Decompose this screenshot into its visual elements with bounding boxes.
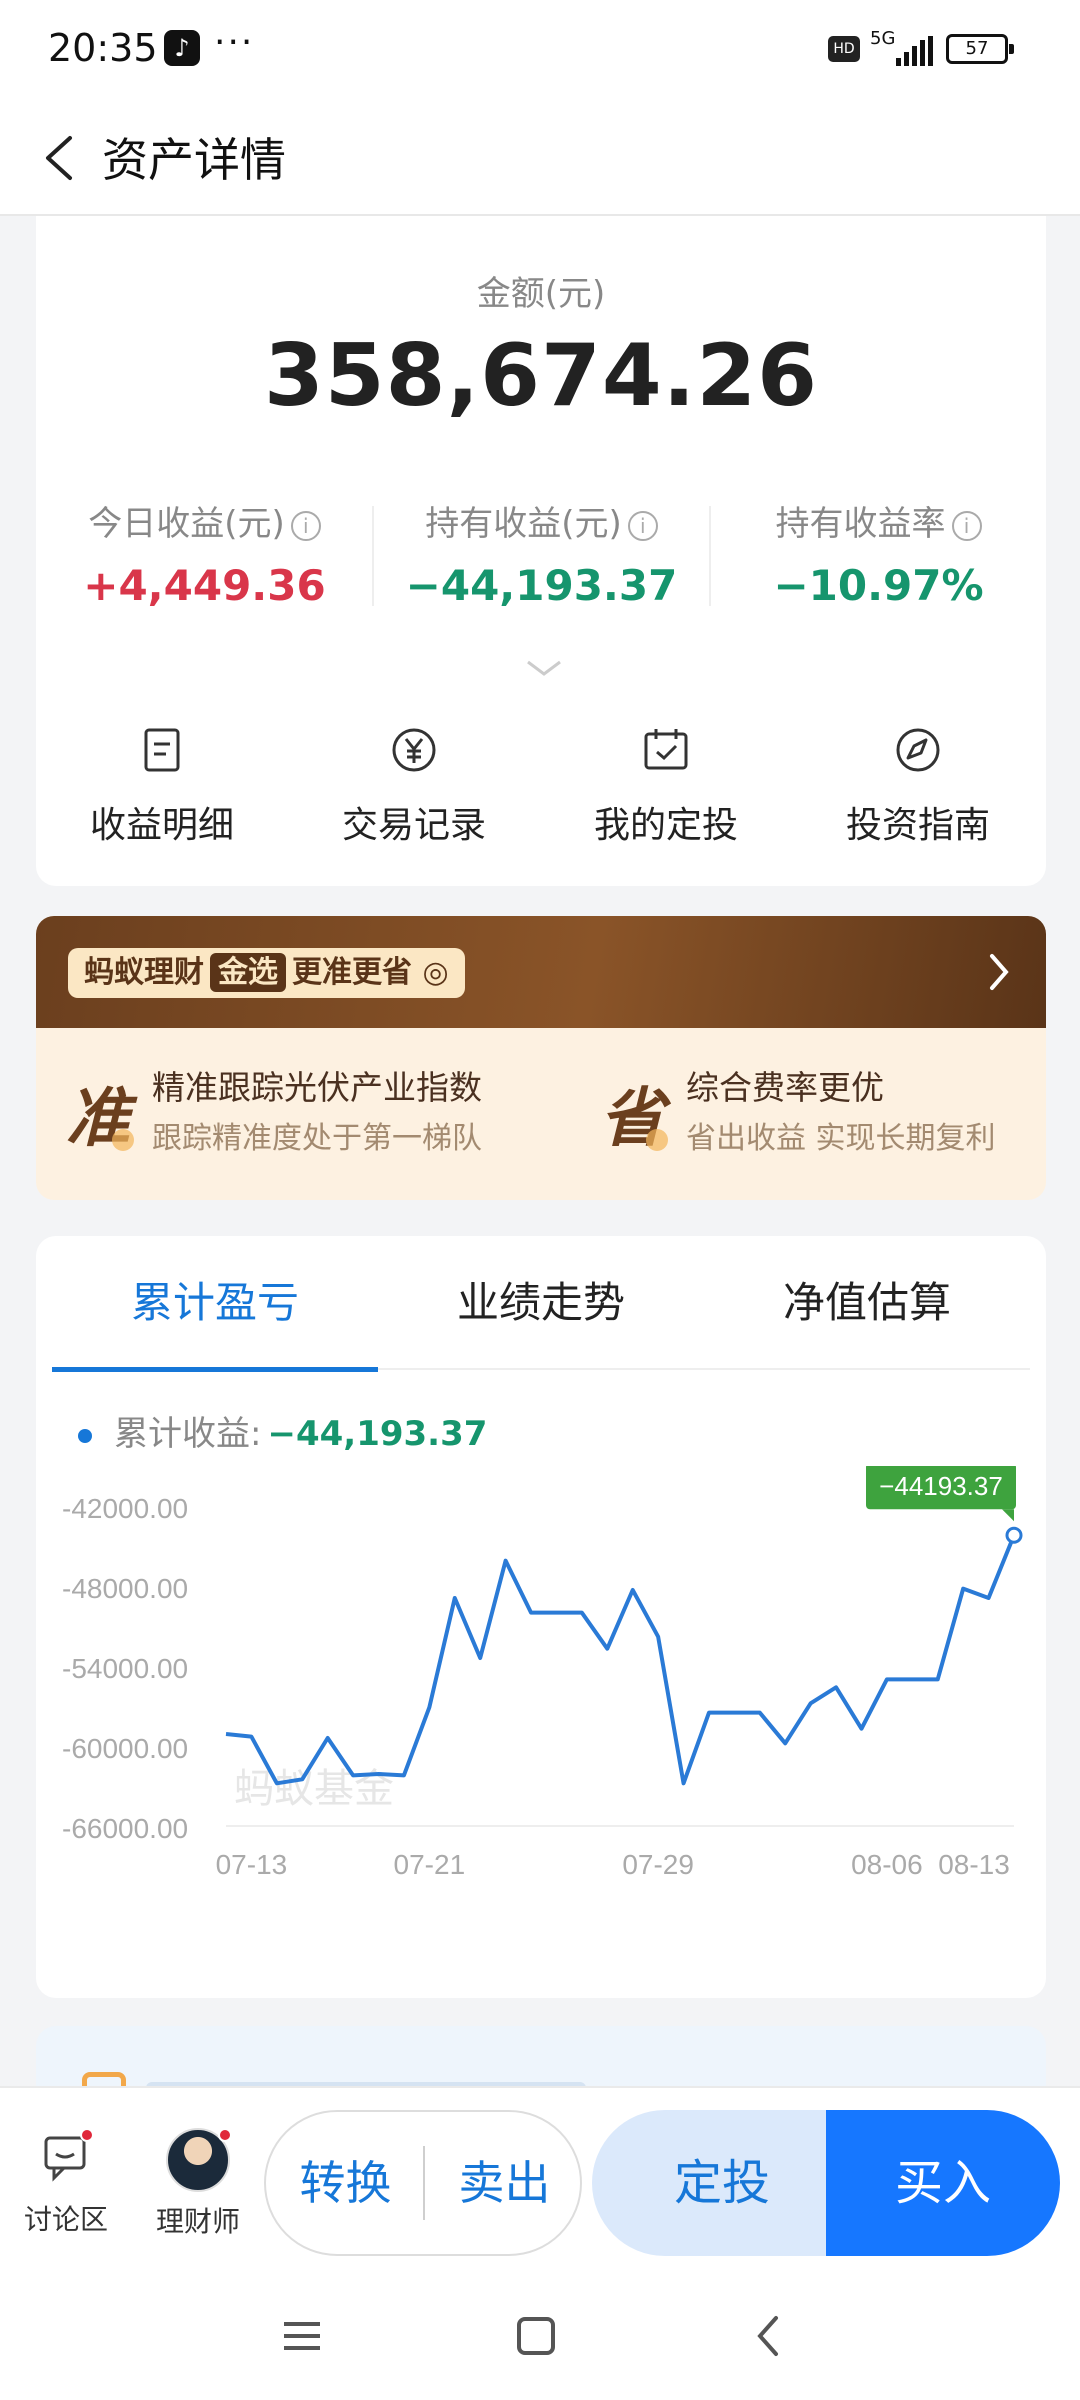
banner-brand: 蚂蚁理财 (84, 955, 204, 990)
y-tick-label: -60000.00 (62, 1733, 188, 1764)
performance-card: 累计盈亏 业绩走势 净值估算 累计收益: −44,193.37 -42000.00… (36, 1236, 1046, 1998)
action-invest-guide[interactable]: 投资指南 (792, 726, 1044, 848)
y-tick-label: -66000.00 (62, 1813, 188, 1844)
banner-slogan: 更准更省 (292, 955, 412, 990)
feature-glyph: 准 (66, 1067, 134, 1159)
feature-title: 综合费率更优 (686, 1068, 884, 1107)
discussion-button[interactable]: 讨论区 (24, 2128, 108, 2238)
notification-dot (218, 2128, 232, 2142)
legend-value: −44,193.37 (267, 1414, 488, 1454)
last-point-marker (1005, 1526, 1023, 1544)
x-tick-label: 08-13 (938, 1849, 1010, 1880)
convert-sell-group: 转换 卖出 (264, 2110, 582, 2256)
y-tick-label: -48000.00 (62, 1573, 188, 1604)
action-label: 我的定投 (593, 805, 738, 846)
tab-nav-estimate[interactable]: 净值估算 (704, 1236, 1030, 1370)
sell-button[interactable]: 卖出 (425, 2112, 584, 2254)
amount-label: 金额(元) (476, 274, 606, 314)
tiktok-icon: ♪ (164, 30, 200, 66)
action-label: 交易记录 (341, 805, 486, 846)
x-tick-label: 07-29 (622, 1849, 694, 1880)
bottom-action-bar: 讨论区 理财师 转换 卖出 定投 买入 (0, 2086, 1080, 2276)
quick-actions: 收益明细 交易记录 我的定投 投资指南 (36, 726, 1046, 856)
action-trade-records[interactable]: 交易记录 (288, 726, 540, 848)
cumulative-pnl-chart[interactable]: -42000.00 -48000.00 -54000.00 -60000.00 -660… (36, 1466, 1046, 1996)
tooltip-pointer (1002, 1509, 1014, 1522)
legend-label: 累计收益: (114, 1414, 262, 1454)
series-line (225, 1534, 1016, 1786)
x-tick-label: 07-21 (394, 1849, 466, 1880)
stat-holding-rate[interactable]: 持有收益率 i −10.97% (710, 496, 1047, 610)
back-nav-icon[interactable] (740, 2306, 800, 2366)
compass-icon (896, 728, 940, 772)
info-icon[interactable]: i (627, 510, 658, 541)
banner-badge: 金选 (210, 953, 286, 992)
chevron-right-icon[interactable] (978, 950, 1018, 994)
app-header: 资产详情 (0, 100, 1080, 216)
discussion-label: 讨论区 (24, 2203, 109, 2236)
signal-icon (896, 36, 933, 66)
x-tick-label: 07-13 (216, 1849, 288, 1880)
stat-today-profit[interactable]: 今日收益(元) i +4,449.36 (36, 496, 373, 610)
target-icon: ◎ (412, 955, 449, 990)
stat-value: −10.97% (773, 561, 984, 610)
promo-banner[interactable]: 蚂蚁理财 金选 更准更省 ◎ 准 精准跟踪光伏产业指数 跟踪精准度处于第一梯队 省 … (36, 916, 1046, 1200)
stat-value: −44,193.37 (405, 561, 678, 610)
notification-dot (80, 2128, 94, 2142)
buy-button[interactable]: 买入 (826, 2110, 1060, 2256)
stat-label: 持有收益率 (775, 504, 946, 544)
banner-header: 蚂蚁理财 金选 更准更省 ◎ (36, 916, 1046, 1028)
chevron-down-icon[interactable] (524, 656, 564, 680)
feature-glyph: 省 (600, 1067, 668, 1159)
stat-label: 持有收益(元) (425, 504, 622, 544)
action-profit-detail[interactable]: 收益明细 (36, 726, 288, 848)
system-nav-bar (0, 2276, 1080, 2400)
x-tick-label: 08-06 (851, 1849, 923, 1880)
action-label: 投资指南 (845, 805, 990, 846)
feature-subtitle: 跟踪精准度处于第一梯队 (152, 1121, 482, 1156)
stat-label: 今日收益(元) (88, 504, 285, 544)
back-icon[interactable] (32, 128, 92, 188)
action-my-auto-invest[interactable]: 我的定投 (540, 726, 792, 848)
menu-icon[interactable] (272, 2306, 332, 2366)
total-amount: 358,674.26 (263, 326, 819, 426)
page-title: 资产详情 (102, 133, 286, 187)
yen-icon (392, 728, 436, 772)
network-type: 5G (870, 28, 896, 49)
hd-icon: HD (828, 36, 860, 62)
tab-performance-trend[interactable]: 业绩走势 (378, 1236, 704, 1370)
feature-subtitle: 省出收益 实现长期复利 (686, 1121, 996, 1156)
asset-summary-card: 金额(元) 358,674.26 今日收益(元) i +4,449.36 持有收益… (36, 216, 1046, 886)
action-label: 收益明细 (89, 805, 234, 846)
feature-title: 精准跟踪光伏产业指数 (152, 1068, 482, 1107)
chart-legend: 累计收益: −44,193.37 (78, 1406, 487, 1455)
profit-stats: 今日收益(元) i +4,449.36 持有收益(元) i −44,193.37 持… (36, 496, 1046, 610)
banner-pill: 蚂蚁理财 金选 更准更省 ◎ (68, 948, 465, 998)
last-value-label: −44193.37 (879, 1471, 1003, 1501)
info-icon[interactable]: i (951, 510, 982, 541)
chart-tabs: 累计盈亏 业绩走势 净值估算 (52, 1236, 1030, 1372)
calendar-check-icon (644, 729, 688, 770)
convert-button[interactable]: 转换 (266, 2112, 425, 2254)
battery-icon: 57 (946, 34, 1014, 64)
status-time: 20:35 (48, 26, 158, 70)
legend-dot (78, 1428, 92, 1443)
advisor-avatar (166, 2128, 232, 2192)
status-bar: 20:35 ♪ ··· HD 5G 57 (0, 0, 1080, 100)
stat-value: +4,449.36 (83, 561, 326, 610)
tab-cumulative-pnl[interactable]: 累计盈亏 (52, 1236, 378, 1372)
info-icon[interactable]: i (290, 510, 321, 541)
document-icon (144, 728, 180, 772)
chat-icon (36, 2128, 96, 2188)
more-notifications-icon: ··· (214, 22, 255, 63)
y-tick-label: -42000.00 (62, 1493, 188, 1524)
stat-holding-profit[interactable]: 持有收益(元) i −44,193.37 (373, 496, 710, 610)
advisor-button[interactable]: 理财师 (156, 2128, 240, 2240)
y-tick-label: -54000.00 (62, 1653, 188, 1684)
home-icon[interactable] (506, 2306, 566, 2366)
advisor-label: 理财师 (156, 2205, 241, 2238)
auto-invest-button[interactable]: 定投 (592, 2110, 852, 2256)
